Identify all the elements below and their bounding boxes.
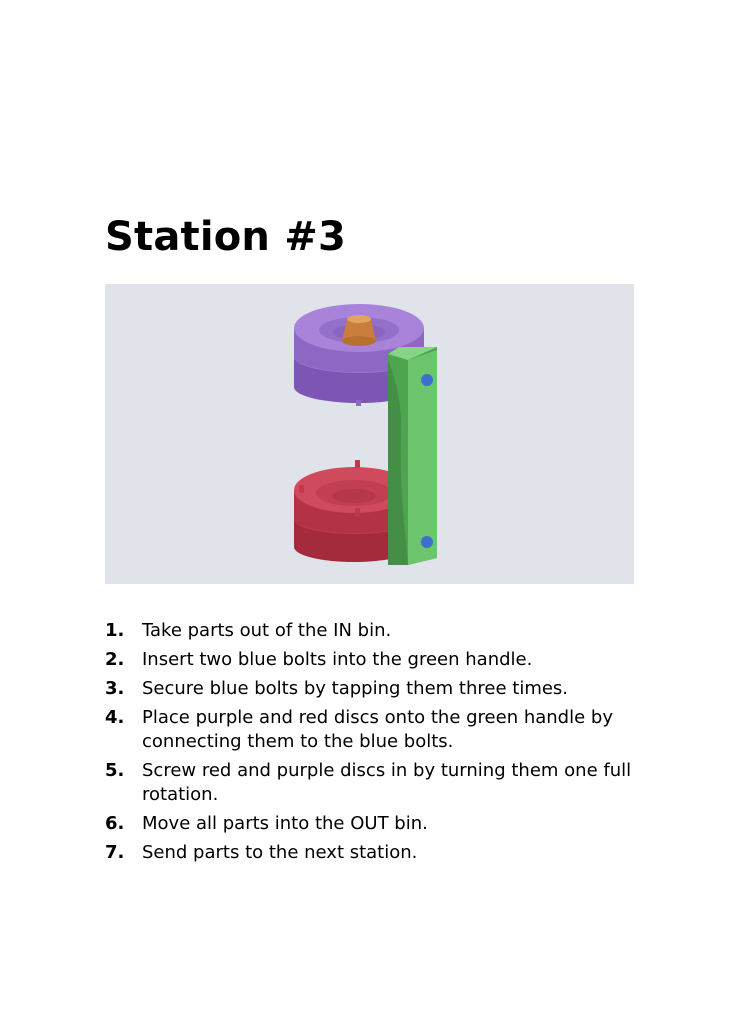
blue-bolt-top: [421, 374, 433, 386]
page-title: Station #3: [105, 214, 346, 260]
list-item: 2. Insert two blue bolts into the green h…: [105, 648, 665, 672]
step-text: Insert two blue bolts into the green han…: [142, 649, 533, 670]
list-item: 3. Secure blue bolts by tapping them thre…: [105, 677, 665, 701]
assembly-render: [294, 304, 437, 565]
step-number: 5.: [105, 760, 125, 781]
step-text: Move all parts into the OUT bin.: [142, 813, 428, 834]
blue-bolt-bottom: [421, 536, 433, 548]
step-text: Take parts out of the IN bin.: [142, 620, 392, 641]
step-text: Send parts to the next station.: [142, 842, 418, 863]
step-number: 2.: [105, 649, 125, 670]
step-number: 6.: [105, 813, 125, 834]
list-item: 1. Take parts out of the IN bin.: [105, 619, 665, 643]
step-text: Secure blue bolts by tapping them three …: [142, 678, 569, 699]
step-number: 1.: [105, 620, 125, 641]
list-item: 7. Send parts to the next station.: [105, 841, 665, 865]
list-item: 4. Place purple and red discs onto the gr…: [105, 706, 665, 754]
instruction-list: 1. Take parts out of the IN bin. 2. Insert…: [105, 619, 665, 865]
step-number: 7.: [105, 842, 125, 863]
assembly-illustration: [105, 284, 634, 584]
purple-disc-pin: [356, 400, 361, 406]
step-text: Place purple and red discs onto the gree…: [142, 707, 613, 752]
list-item: 5. Screw red and purple discs in by turni…: [105, 759, 665, 807]
step-text: Screw red and purple discs in by turning…: [142, 760, 632, 805]
list-item: 6. Move all parts into the OUT bin.: [105, 812, 665, 836]
step-number: 3.: [105, 678, 125, 699]
step-number: 4.: [105, 707, 125, 728]
